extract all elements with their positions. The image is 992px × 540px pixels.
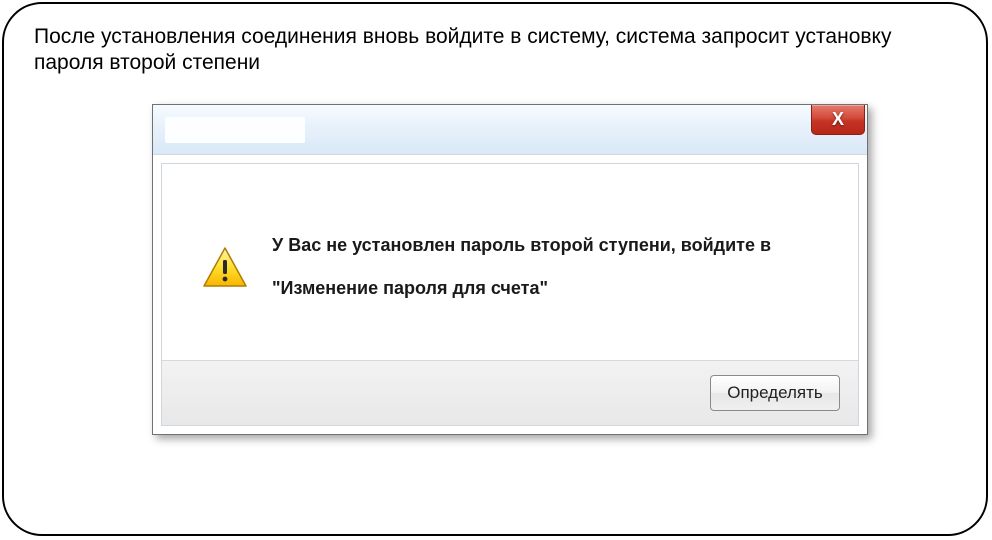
message-area: У Вас не установлен пароль второй ступен… <box>162 164 858 360</box>
inner-panel: У Вас не установлен пароль второй ступен… <box>161 163 859 426</box>
title-placeholder <box>165 117 305 143</box>
titlebar: X <box>153 105 867 155</box>
warning-icon <box>202 246 248 288</box>
dialog-message: У Вас не установлен пароль второй ступен… <box>272 224 830 310</box>
instruction-text: После установления соединения вновь войд… <box>34 24 956 77</box>
close-icon: X <box>832 109 844 130</box>
confirm-button[interactable]: Определять <box>710 375 840 411</box>
slide-frame: После установления соединения вновь войд… <box>2 2 988 536</box>
dialog-window: X <box>152 104 868 435</box>
close-button[interactable]: X <box>811 105 865 135</box>
confirm-button-label: Определять <box>727 383 823 403</box>
dialog-body: У Вас не установлен пароль второй ступен… <box>153 155 867 434</box>
button-bar: Определять <box>162 360 858 425</box>
